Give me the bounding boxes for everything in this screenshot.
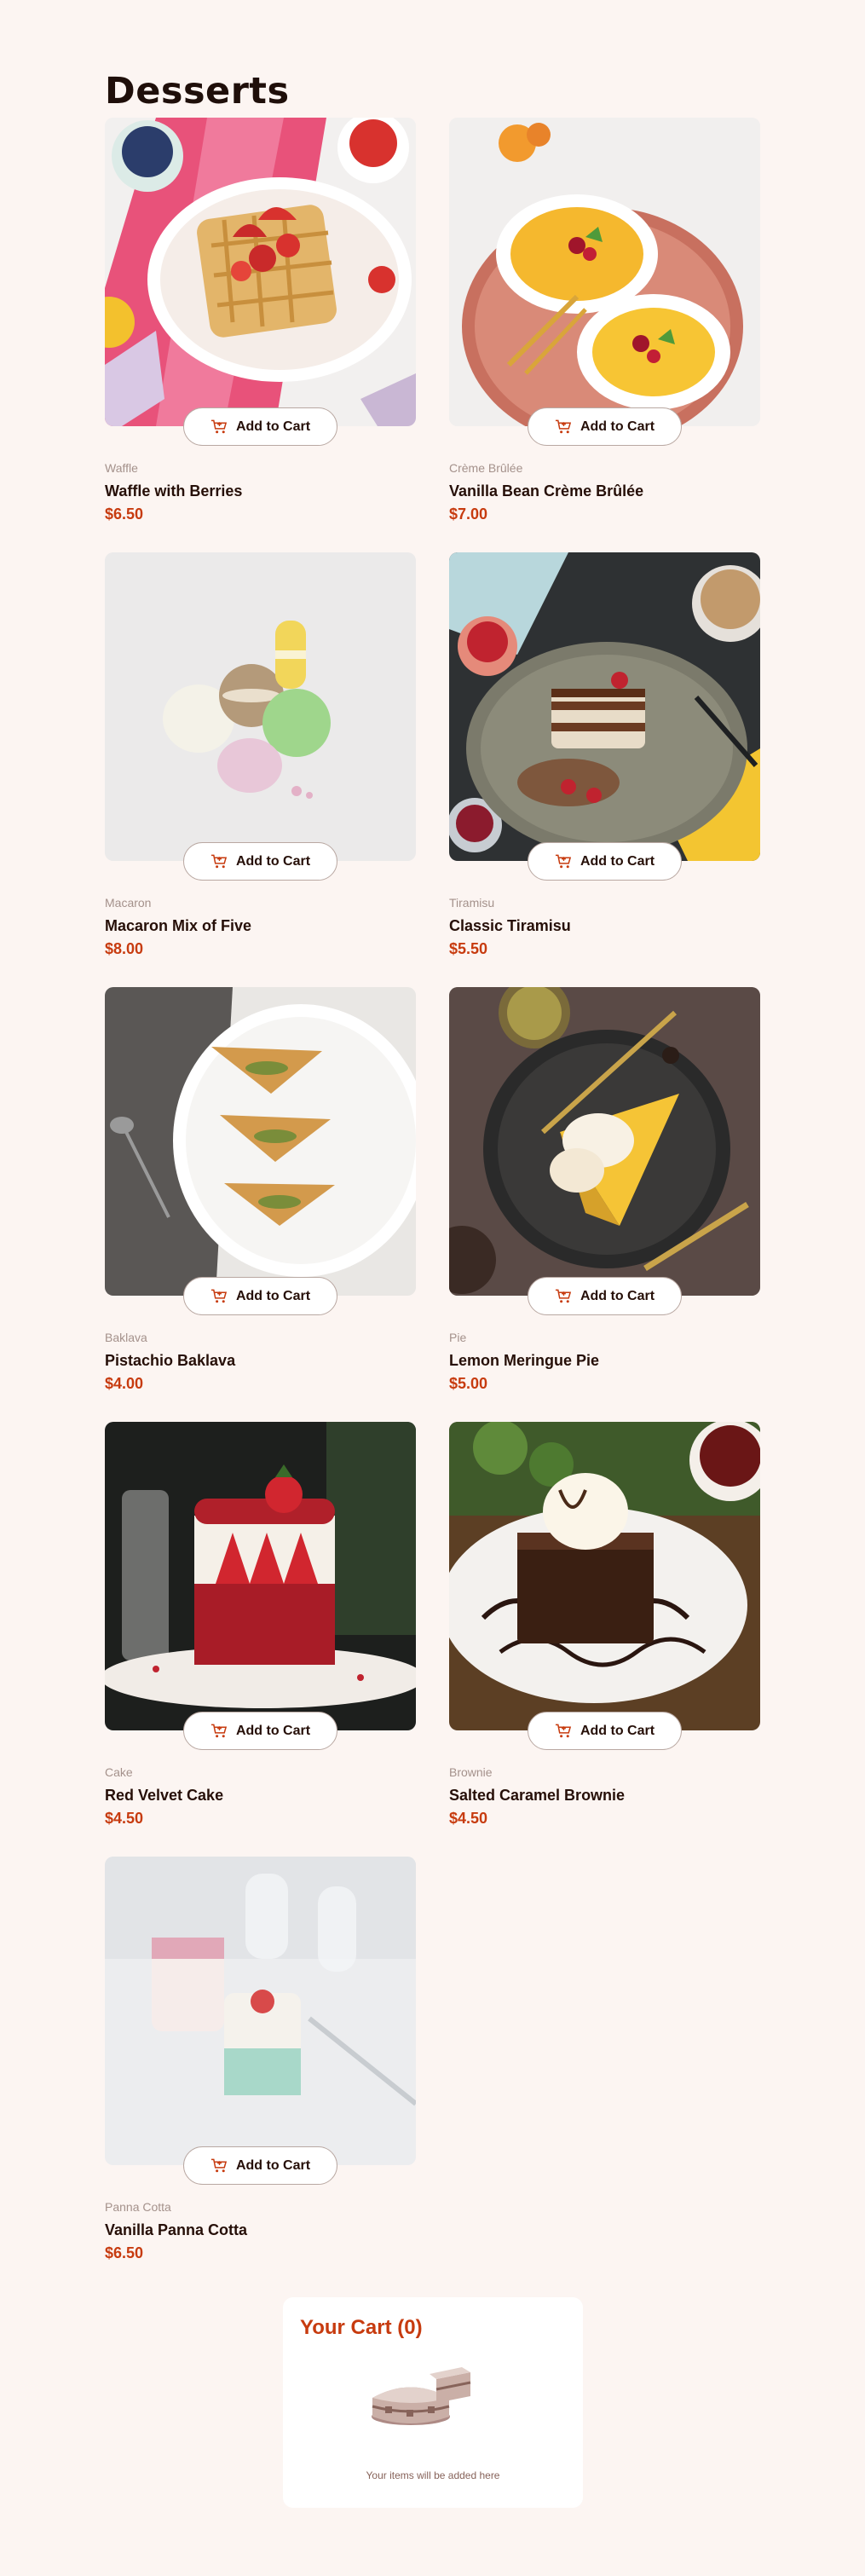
product-category: Macaron bbox=[105, 896, 152, 910]
add-to-cart-icon bbox=[555, 419, 572, 433]
product-image-brownie bbox=[449, 1422, 760, 1730]
cart-title: Your Cart (0) bbox=[300, 2316, 423, 2339]
product-image-pie bbox=[449, 987, 760, 1296]
product-image-creme-brulee bbox=[449, 118, 760, 426]
add-to-cart-icon bbox=[210, 1289, 228, 1302]
add-to-cart-icon bbox=[555, 854, 572, 868]
product-card-baklava: Add to Cart Baklava Pistachio Baklava $4… bbox=[105, 987, 416, 1392]
product-category: Cake bbox=[105, 1765, 133, 1779]
product-card-macaron: Add to Cart Macaron Macaron Mix of Five … bbox=[105, 552, 416, 957]
add-to-cart-button[interactable]: Add to Cart bbox=[528, 1277, 682, 1315]
product-card-waffle: Add to Cart Waffle Waffle with Berries $… bbox=[105, 118, 416, 523]
add-to-cart-button[interactable]: Add to Cart bbox=[528, 842, 682, 881]
add-to-cart-button[interactable]: Add to Cart bbox=[183, 407, 337, 446]
cart-panel: Your Cart (0) Your items will be added h… bbox=[283, 2297, 583, 2508]
product-category: Brownie bbox=[449, 1765, 493, 1779]
add-to-cart-icon bbox=[210, 854, 228, 868]
product-name: Vanilla Panna Cotta bbox=[105, 2221, 248, 2238]
page-title: Desserts bbox=[105, 70, 290, 113]
add-to-cart-icon bbox=[210, 1724, 228, 1737]
product-price: $5.50 bbox=[449, 940, 488, 957]
product-price: $6.50 bbox=[105, 505, 144, 523]
product-price: $4.00 bbox=[105, 1375, 144, 1392]
add-to-cart-label: Add to Cart bbox=[580, 853, 655, 869]
empty-cake-illustration-icon bbox=[372, 2367, 471, 2425]
product-image-tiramisu bbox=[449, 552, 760, 861]
product-price: $7.00 bbox=[449, 505, 488, 523]
product-name: Classic Tiramisu bbox=[449, 917, 571, 934]
product-image-panna-cotta bbox=[105, 1857, 416, 2165]
add-to-cart-button[interactable]: Add to Cart bbox=[528, 1712, 682, 1750]
cart-empty-text: Your items will be added here bbox=[366, 2469, 500, 2481]
product-image-waffle bbox=[105, 118, 416, 426]
product-image-macaron bbox=[105, 552, 416, 861]
add-to-cart-label: Add to Cart bbox=[235, 1288, 311, 1303]
product-name: Salted Caramel Brownie bbox=[449, 1787, 626, 1804]
product-category: Tiramisu bbox=[449, 896, 495, 910]
product-name: Red Velvet Cake bbox=[105, 1787, 224, 1804]
product-category: Baklava bbox=[105, 1331, 147, 1344]
product-price: $6.50 bbox=[105, 2244, 144, 2261]
add-to-cart-label: Add to Cart bbox=[580, 1723, 655, 1738]
product-card-pie: Add to Cart Pie Lemon Meringue Pie $5.00 bbox=[449, 987, 760, 1392]
product-card-cake: Add to Cart Cake Red Velvet Cake $4.50 bbox=[105, 1422, 416, 1827]
product-name: Pistachio Baklava bbox=[105, 1352, 236, 1369]
add-to-cart-label: Add to Cart bbox=[580, 419, 655, 434]
product-name: Vanilla Bean Crème Brûlée bbox=[449, 482, 644, 500]
add-to-cart-icon bbox=[555, 1724, 572, 1737]
product-card-tiramisu: Add to Cart Tiramisu Classic Tiramisu $5… bbox=[449, 552, 760, 957]
product-category: Waffle bbox=[105, 461, 138, 475]
product-card-panna-cotta: Add to Cart Panna Cotta Vanilla Panna Co… bbox=[105, 1857, 416, 2261]
product-image-baklava bbox=[105, 987, 416, 1296]
product-image-cake bbox=[105, 1422, 416, 1730]
product-card-brownie: Add to Cart Brownie Salted Caramel Brown… bbox=[449, 1422, 760, 1827]
product-category: Crème Brûlée bbox=[449, 461, 523, 475]
add-to-cart-icon bbox=[210, 419, 228, 433]
add-to-cart-icon bbox=[555, 1289, 572, 1302]
product-price: $4.50 bbox=[105, 1810, 144, 1827]
add-to-cart-button[interactable]: Add to Cart bbox=[183, 1277, 337, 1315]
product-category: Panna Cotta bbox=[105, 2200, 171, 2214]
add-to-cart-label: Add to Cart bbox=[235, 1723, 311, 1738]
add-to-cart-label: Add to Cart bbox=[235, 853, 311, 869]
product-price: $8.00 bbox=[105, 940, 144, 957]
add-to-cart-button[interactable]: Add to Cart bbox=[183, 1712, 337, 1750]
add-to-cart-icon bbox=[210, 2158, 228, 2172]
product-card-creme-brulee: Add to Cart Crème Brûlée Vanilla Bean Cr… bbox=[449, 118, 760, 523]
add-to-cart-button[interactable]: Add to Cart bbox=[183, 842, 337, 881]
add-to-cart-button[interactable]: Add to Cart bbox=[528, 407, 682, 446]
add-to-cart-label: Add to Cart bbox=[235, 2157, 311, 2173]
product-name: Waffle with Berries bbox=[105, 482, 243, 500]
product-category: Pie bbox=[449, 1331, 467, 1344]
product-price: $5.00 bbox=[449, 1375, 488, 1392]
product-name: Lemon Meringue Pie bbox=[449, 1352, 600, 1369]
product-price: $4.50 bbox=[449, 1810, 488, 1827]
add-to-cart-label: Add to Cart bbox=[580, 1288, 655, 1303]
add-to-cart-label: Add to Cart bbox=[235, 419, 311, 434]
add-to-cart-button[interactable]: Add to Cart bbox=[183, 2146, 337, 2185]
product-name: Macaron Mix of Five bbox=[105, 917, 252, 934]
